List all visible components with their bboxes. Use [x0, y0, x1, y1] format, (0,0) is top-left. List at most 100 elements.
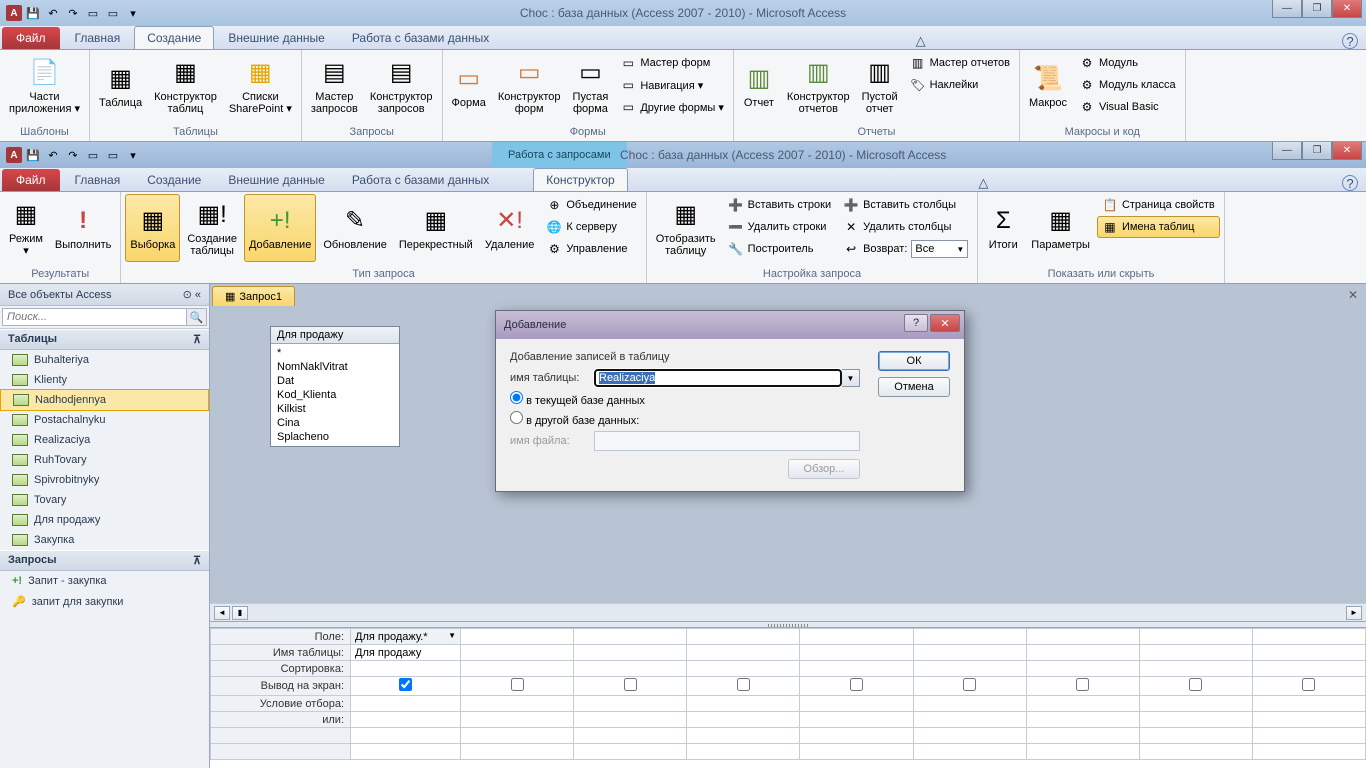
app-icon-2[interactable]: A [6, 147, 22, 163]
ribbon-min-icon[interactable]: △ [913, 33, 929, 49]
field-item[interactable]: NomNaklVitrat [275, 360, 395, 374]
form-wizard-button[interactable]: ▭Мастер форм [615, 52, 729, 74]
designer-hscroll[interactable]: ◄ ▮ ► [210, 603, 1366, 621]
report-button[interactable]: ▥Отчет [738, 52, 780, 120]
insert-cols-button[interactable]: ➕Вставить столбцы [838, 194, 973, 216]
collapse-icon[interactable]: « [195, 289, 201, 301]
table-name-combo[interactable]: ▼ [594, 369, 860, 387]
table-source[interactable]: Для продажу *NomNaklVitratDatKod_Klienta… [270, 326, 400, 447]
qat-undo-icon-2[interactable]: ↶ [44, 146, 62, 164]
splitter[interactable] [210, 621, 1366, 628]
run-button[interactable]: !Выполнить [50, 194, 116, 262]
tab-dbtools[interactable]: Работа с базами данных [339, 26, 502, 49]
qat-redo-icon-2[interactable]: ↷ [64, 146, 82, 164]
parameters-button[interactable]: ▦Параметры [1026, 194, 1095, 262]
select-query-button[interactable]: ▦Выборка [125, 194, 180, 262]
close-button[interactable]: ✕ [1332, 0, 1362, 18]
delete-rows-button[interactable]: ➖Удалить строки [723, 216, 836, 238]
passthrough-button[interactable]: 🌐К серверу [541, 216, 641, 238]
view-button[interactable]: ▦Режим▾ [4, 194, 48, 262]
report-wizard-button[interactable]: ▥Мастер отчетов [905, 52, 1015, 74]
tab-create[interactable]: Создание [134, 26, 214, 49]
form-design-button[interactable]: ▭Конструктор форм [493, 52, 566, 120]
app-parts-button[interactable]: 📄Части приложения ▾ [4, 52, 85, 120]
tab-create-2[interactable]: Создание [134, 168, 214, 191]
field-item[interactable]: Dat [275, 374, 395, 388]
collapse-group-icon[interactable]: ⊼ [193, 333, 201, 346]
nav-table-item[interactable]: Realizaciya [0, 430, 209, 450]
qbe-grid[interactable]: Поле:Для продажу.* ▼ Имя таблицы:Для про… [210, 628, 1366, 768]
scroll-left-icon[interactable]: ◄ [214, 606, 230, 620]
minimize-button-2[interactable]: — [1272, 142, 1302, 160]
qbe-table-cell[interactable]: Для продажу [351, 645, 461, 661]
ribbon-min-icon-2[interactable]: △ [975, 175, 991, 191]
qat-more-icon[interactable]: ▾ [124, 4, 142, 22]
tab-dbtools-2[interactable]: Работа с базами данных [339, 168, 502, 191]
form-button[interactable]: ▭Форма [447, 52, 491, 120]
field-item[interactable]: Kilkist [275, 402, 395, 416]
totals-button[interactable]: ΣИтоги [982, 194, 1024, 262]
visual-basic-button[interactable]: ⚙Visual Basic [1074, 96, 1181, 118]
qat-undo-icon[interactable]: ↶ [44, 4, 62, 22]
search-input[interactable] [2, 308, 187, 326]
qbe-field-cell[interactable]: Для продажу.* ▼ [351, 629, 461, 645]
field-item[interactable]: * [275, 346, 395, 360]
dialog-title[interactable]: Добавление ? ✕ [496, 311, 964, 339]
nav-table-item[interactable]: Закупка [0, 530, 209, 550]
module-button[interactable]: ⚙Модуль [1074, 52, 1181, 74]
qat-btn2-2[interactable]: ▭ [104, 146, 122, 164]
scroll-right-icon[interactable]: ► [1346, 606, 1362, 620]
return-combo[interactable]: Все▼ [911, 240, 968, 258]
append-button[interactable]: +!Добавление [244, 194, 316, 262]
report-design-button[interactable]: ▥Конструктор отчетов [782, 52, 855, 120]
table-name-input[interactable] [594, 369, 842, 387]
builder-button[interactable]: 🔧Построитель [723, 238, 836, 260]
field-item[interactable]: Kod_Klienta [275, 388, 395, 402]
nav-table-item[interactable]: Tovary [0, 490, 209, 510]
dialog-help-button[interactable]: ? [904, 314, 928, 332]
maximize-button[interactable]: ❐ [1302, 0, 1332, 18]
delete-cols-button[interactable]: ✕Удалить столбцы [838, 216, 973, 238]
nav-table-item[interactable]: Postachalnyku [0, 410, 209, 430]
tab-file-2[interactable]: Файл [2, 169, 60, 191]
collapse-group-icon[interactable]: ⊼ [193, 554, 201, 567]
macro-button[interactable]: 📜Макрос [1024, 52, 1072, 120]
nav-query-item[interactable]: +!Запит - закупка [0, 571, 209, 591]
nav-table-item[interactable]: Spivrobitnyky [0, 470, 209, 490]
ddl-button[interactable]: ⚙Управление [541, 238, 641, 260]
crosstab-button[interactable]: ▦Перекрестный [394, 194, 478, 262]
scroll-split-icon[interactable]: ▮ [232, 606, 248, 620]
qat-save-icon[interactable]: 💾 [24, 4, 42, 22]
class-module-button[interactable]: ⚙Модуль класса [1074, 74, 1181, 96]
navigation-button[interactable]: ▭Навигация ▾ [615, 74, 729, 96]
field-item[interactable]: Cina [275, 416, 395, 430]
minimize-button[interactable]: — [1272, 0, 1302, 18]
nav-query-item[interactable]: 🔑запит для закупки [0, 591, 209, 612]
make-table-button[interactable]: ▦!Создание таблицы [182, 194, 242, 262]
radio-other-db[interactable]: в другой базе данных: [510, 411, 639, 427]
blank-report-button[interactable]: ▥Пустой отчет [857, 52, 903, 120]
dialog-close-button[interactable]: ✕ [930, 314, 960, 332]
cancel-button[interactable]: Отмена [878, 377, 950, 397]
table-fields-list[interactable]: *NomNaklVitratDatKod_KlientaKilkistCinaS… [271, 344, 399, 446]
tab-external-2[interactable]: Внешние данные [215, 168, 338, 191]
union-button[interactable]: ⊕Объединение [541, 194, 641, 216]
table-design-button[interactable]: ▦Конструктор таблиц [149, 52, 222, 120]
table-button[interactable]: ▦Таблица [94, 52, 147, 120]
tab-home[interactable]: Главная [62, 26, 134, 49]
nav-group-queries[interactable]: Запросы⊼ [0, 550, 209, 571]
radio-current-db[interactable]: в текущей базе данных [510, 391, 645, 407]
maximize-button-2[interactable]: ❐ [1302, 142, 1332, 160]
other-forms-button[interactable]: ▭Другие формы ▾ [615, 96, 729, 118]
update-button[interactable]: ✎Обновление [318, 194, 392, 262]
tab-home-2[interactable]: Главная [62, 168, 134, 191]
help-icon[interactable]: ? [1342, 33, 1358, 49]
close-button-2[interactable]: ✕ [1332, 142, 1362, 160]
qat-save-icon-2[interactable]: 💾 [24, 146, 42, 164]
sharepoint-button[interactable]: ▦Списки SharePoint ▾ [224, 52, 297, 120]
table-names-button[interactable]: ▦Имена таблиц [1097, 216, 1220, 238]
qat-btn1-2[interactable]: ▭ [84, 146, 102, 164]
qat-more-icon-2[interactable]: ▾ [124, 146, 142, 164]
field-item[interactable]: Splacheno [275, 430, 395, 444]
qat-btn2[interactable]: ▭ [104, 4, 122, 22]
